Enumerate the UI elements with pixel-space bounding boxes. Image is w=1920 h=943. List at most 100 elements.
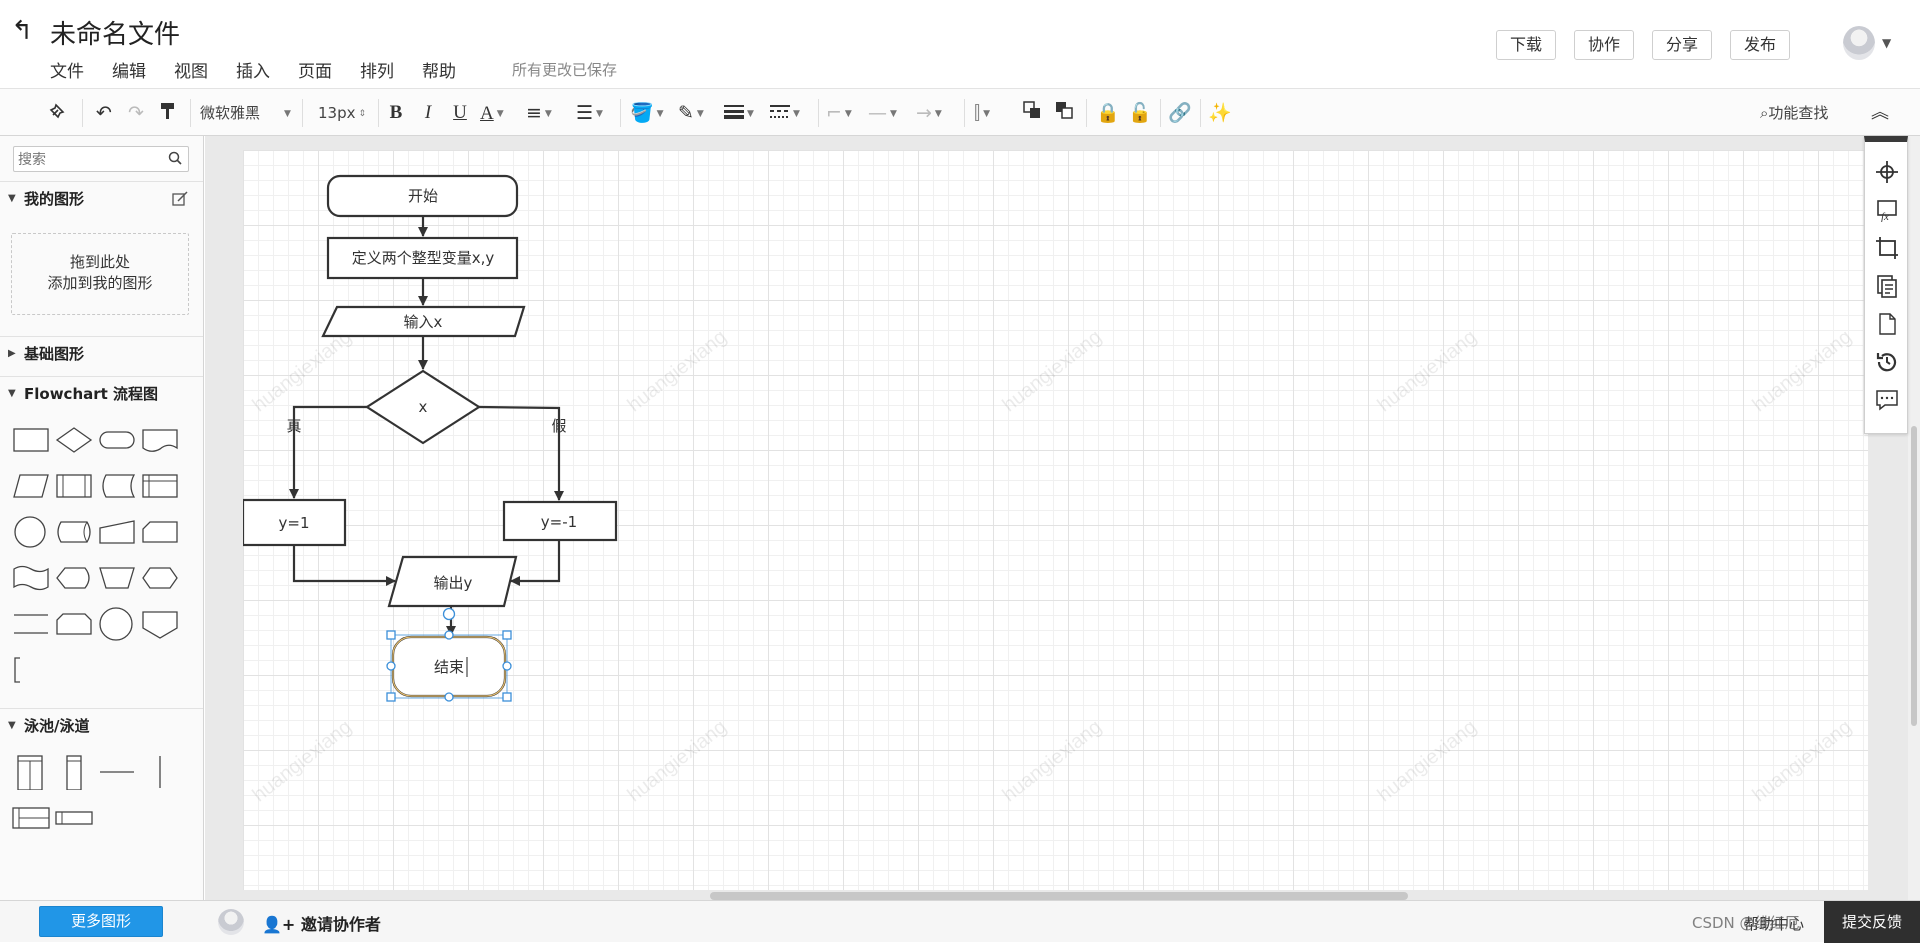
display-shape[interactable] xyxy=(53,560,95,596)
magic-wand-icon[interactable]: ✨ xyxy=(1208,101,1232,125)
format-brush-icon[interactable] xyxy=(156,101,180,125)
horizontal-lane-shape[interactable] xyxy=(53,800,95,836)
line-color-icon[interactable]: ✎ ▼ xyxy=(678,101,718,125)
back-arrow-icon[interactable]: ↰ xyxy=(8,18,36,46)
horizontal-pool-shape[interactable] xyxy=(10,800,52,836)
section-basic-shapes[interactable]: ▶ 基础图形 xyxy=(0,336,203,370)
edge-ypos-output[interactable] xyxy=(292,545,396,586)
menu-view[interactable]: 视图 xyxy=(174,57,208,82)
rotate-handle[interactable] xyxy=(442,607,456,621)
arrow-style-icon[interactable]: → ▼ xyxy=(916,101,960,125)
on-page-connector-shape[interactable] xyxy=(96,606,138,642)
horizontal-scrollbar[interactable] xyxy=(710,892,1408,900)
share-button[interactable]: 分享 xyxy=(1651,30,1712,60)
connector-type-icon[interactable]: ⌐ ▼ xyxy=(826,101,862,125)
history-icon[interactable] xyxy=(1875,350,1899,374)
menu-file[interactable]: 文件 xyxy=(50,57,84,82)
manual-input-shape[interactable] xyxy=(96,514,138,550)
more-shapes-button[interactable]: 更多图形 xyxy=(39,906,163,937)
edge-yneg-output[interactable] xyxy=(510,540,561,586)
undo-icon[interactable]: ↶ xyxy=(92,101,116,125)
chevron-down-icon[interactable]: ▼ xyxy=(1882,36,1891,50)
menu-page[interactable]: 页面 xyxy=(298,57,332,82)
line-spacing-icon[interactable]: ☰ ▼ xyxy=(576,101,616,125)
comment-icon[interactable] xyxy=(1875,388,1899,412)
stored-data-shape[interactable] xyxy=(96,468,138,504)
connector-circle-shape[interactable] xyxy=(10,514,52,550)
underline-button[interactable]: U xyxy=(448,101,472,125)
resize-handle-ne[interactable] xyxy=(502,630,512,640)
page-icon[interactable] xyxy=(1875,312,1899,336)
link-icon[interactable]: 🔗 xyxy=(1168,101,1192,125)
edge-decision-false[interactable] xyxy=(478,405,564,501)
font-color-button[interactable]: A ▼ xyxy=(480,101,516,125)
manual-operation-shape[interactable] xyxy=(96,560,138,596)
vertical-scrollbar[interactable] xyxy=(1911,426,1917,726)
my-shapes-drop-zone[interactable]: 拖到此处 添加到我的图形 xyxy=(11,233,189,315)
canvas-area[interactable]: huangiexiang huangiexiang huangiexiang h… xyxy=(205,136,1920,900)
resize-handle-sw[interactable] xyxy=(386,692,396,702)
invite-collaborator-button[interactable]: 👤+ 邀请协作者 xyxy=(262,911,381,935)
horizontal-separator-shape[interactable] xyxy=(96,754,138,790)
line-style-icon[interactable]: ▼ xyxy=(770,101,810,125)
vertical-separator-shape[interactable] xyxy=(139,754,181,790)
punched-tape-shape[interactable] xyxy=(10,560,52,596)
line-width-icon[interactable]: ▼ xyxy=(724,101,764,125)
resize-handle-e[interactable] xyxy=(502,661,512,671)
card-shape[interactable] xyxy=(139,514,181,550)
data-shape[interactable] xyxy=(10,468,52,504)
annotation-shape[interactable] xyxy=(10,652,52,688)
vertical-pool-shape[interactable] xyxy=(10,754,52,790)
feedback-button[interactable]: 提交反馈 xyxy=(1824,901,1920,943)
internal-storage-shape[interactable] xyxy=(139,468,181,504)
resize-handle-n[interactable] xyxy=(444,630,454,640)
italic-button[interactable]: I xyxy=(416,101,440,125)
bold-button[interactable]: B xyxy=(384,101,408,125)
menu-arrange[interactable]: 排列 xyxy=(360,57,394,82)
send-to-back-icon[interactable] xyxy=(1052,101,1076,125)
fill-color-icon[interactable]: 🪣 ▼ xyxy=(630,101,670,125)
redo-icon[interactable]: ↷ xyxy=(124,101,148,125)
parallel-mode-shape[interactable] xyxy=(10,606,52,642)
unlock-icon[interactable]: 🔓 xyxy=(1128,101,1152,125)
menu-insert[interactable]: 插入 xyxy=(236,57,270,82)
direct-data-shape[interactable] xyxy=(53,514,95,550)
publish-button[interactable]: 发布 xyxy=(1729,30,1790,60)
canvas-page[interactable]: huangiexiang huangiexiang huangiexiang h… xyxy=(243,150,1868,890)
align-shapes-icon[interactable]: ⫿ ▼ xyxy=(974,101,1008,125)
user-avatar[interactable] xyxy=(1843,26,1875,60)
preparation-shape[interactable] xyxy=(139,560,181,596)
section-swimlane[interactable]: ▼ 泳池/泳道 xyxy=(0,708,203,742)
format-painter-pin-icon[interactable] xyxy=(46,101,70,125)
navigation-crosshair-icon[interactable] xyxy=(1875,160,1899,184)
predefined-process-shape[interactable] xyxy=(53,468,95,504)
resize-handle-w[interactable] xyxy=(386,661,396,671)
off-page-connector-shape[interactable] xyxy=(139,606,181,642)
feature-search-button[interactable]: ⌕功能查找 xyxy=(1760,101,1828,125)
terminator-shape[interactable] xyxy=(96,422,138,458)
document-title[interactable]: 未命名文件 xyxy=(50,14,180,51)
resize-handle-nw[interactable] xyxy=(386,630,396,640)
copy-pages-icon[interactable] xyxy=(1875,274,1899,298)
edge-decision-true[interactable] xyxy=(289,405,367,499)
font-size-stepper[interactable]: 13px ⇕ xyxy=(318,101,370,125)
decision-shape[interactable] xyxy=(53,422,95,458)
collapse-toolbar-icon[interactable]: ︽ xyxy=(1868,101,1892,125)
bring-to-front-icon[interactable] xyxy=(1020,101,1044,125)
align-icon[interactable]: ≡ ▼ xyxy=(526,101,566,125)
search-icon[interactable] xyxy=(168,151,182,165)
edit-icon[interactable] xyxy=(172,191,188,207)
section-flowchart[interactable]: ▼ Flowchart 流程图 xyxy=(0,376,203,410)
line-type-icon[interactable]: — ▼ xyxy=(868,101,912,125)
process-shape[interactable] xyxy=(10,422,52,458)
menu-edit[interactable]: 编辑 xyxy=(112,57,146,82)
font-family-select[interactable]: 微软雅黑 ▼ xyxy=(200,101,295,125)
collaborate-button[interactable]: 协作 xyxy=(1573,30,1634,60)
page-settings-icon[interactable] xyxy=(1875,236,1899,260)
shape-search-input[interactable] xyxy=(13,146,189,172)
loop-limit-shape[interactable] xyxy=(53,606,95,642)
lock-icon[interactable]: 🔒 xyxy=(1096,101,1120,125)
download-button[interactable]: 下载 xyxy=(1495,30,1556,60)
vertical-lane-shape[interactable] xyxy=(53,754,95,790)
data-attribute-icon[interactable]: fx xyxy=(1875,198,1899,222)
